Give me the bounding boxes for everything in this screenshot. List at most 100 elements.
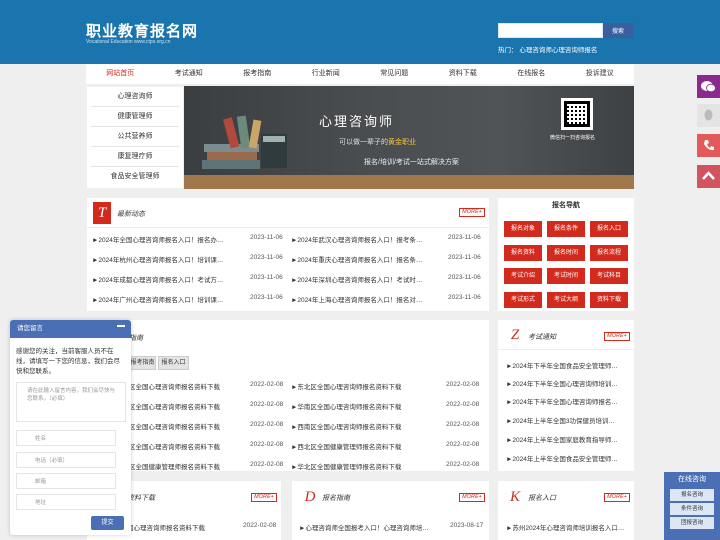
- more-button[interactable]: MORE+: [604, 493, 630, 502]
- reg-button[interactable]: 报名时间: [547, 245, 585, 261]
- search-button[interactable]: 搜索: [603, 23, 633, 38]
- reg-button[interactable]: 报名条件: [547, 221, 585, 237]
- entrance-link[interactable]: ►苏州2024年心理咨询师培训报名入口…: [506, 522, 630, 532]
- consult-item[interactable]: 报名咨询: [670, 489, 714, 501]
- notice-link[interactable]: ►2024年下半年全国心理咨询师报名…: [506, 396, 630, 406]
- news-link[interactable]: ►2024年广州心理咨询师报名入口！培训课…: [92, 294, 237, 304]
- section-letter: K: [509, 489, 520, 505]
- reg-button[interactable]: 考试时间: [547, 268, 585, 284]
- email-field[interactable]: 邮箱: [16, 473, 116, 489]
- nav-complaints[interactable]: 投诉建议: [566, 64, 635, 84]
- news-link[interactable]: ►2024年重庆心理咨询师报名入口！报名条…: [291, 254, 436, 264]
- tab-guide[interactable]: 报考指南: [129, 356, 156, 370]
- reg-button[interactable]: 报名入口: [590, 221, 628, 237]
- reg-button[interactable]: 资料下载: [590, 292, 628, 308]
- search-input[interactable]: [498, 23, 603, 38]
- hot-links: 热门： 心理咨询师心理咨询师报名: [498, 44, 597, 54]
- news-link[interactable]: ►2024年全国心理咨询师报名入口！报名办…: [92, 234, 237, 244]
- minimize-icon[interactable]: [117, 325, 125, 327]
- section-title: 最新动态: [117, 211, 145, 218]
- category-item[interactable]: 公共营养师: [91, 127, 179, 147]
- guide2-link[interactable]: ►心理咨询师全国报考入口！心理咨询师培…: [299, 522, 445, 532]
- news-date: 2023-11-06: [448, 234, 481, 241]
- hot-label: 热门：: [498, 47, 518, 54]
- more-button[interactable]: MORE+: [251, 493, 277, 502]
- notice-link[interactable]: ►2024年下半年全国食品安全管理师…: [506, 360, 630, 370]
- reg-button[interactable]: 考试形式: [504, 292, 542, 308]
- guide-bottom-panel: D 报名指南 MORE+ ►心理咨询师全国报考入口！心理咨询师培… 2023-0…: [292, 481, 489, 540]
- notice-link[interactable]: ►2024年上半年全国3功保健员培训…: [506, 415, 630, 425]
- more-button[interactable]: MORE+: [459, 208, 485, 217]
- news-date: 2023-11-06: [448, 254, 481, 261]
- guide-link[interactable]: ►华北区全国健康管理师报名资料下载: [291, 461, 436, 471]
- guide-link[interactable]: 区全国健康管理师报名资料下载: [129, 461, 249, 471]
- guide-link[interactable]: 区全国心理咨询师报名资料下载: [129, 441, 249, 451]
- nav-home[interactable]: 网站首页: [86, 64, 155, 84]
- guide-link[interactable]: 区全国心理咨询师报名资料下载: [129, 401, 249, 411]
- back-to-top-icon[interactable]: [697, 165, 720, 188]
- message-widget: 请您留言 感谢您的关注，当前客服人员不在线，请填写一下您的信息，我们会尽快和您联…: [10, 320, 131, 535]
- category-item[interactable]: 康复理疗师: [91, 147, 179, 167]
- nav-exam-notice[interactable]: 考试通知: [155, 64, 224, 84]
- news-date: 2023-11-06: [250, 234, 283, 241]
- name-field[interactable]: 姓名: [16, 430, 116, 446]
- news-link[interactable]: ►2024年杭州心理咨询师报名入口！培训课…: [92, 254, 237, 264]
- nav-faq[interactable]: 常见问题: [360, 64, 429, 84]
- guide-date: 2022-02-08: [250, 421, 284, 428]
- hero-banner[interactable]: 心理咨询师 可以做一辈子的黄金职业 报名/培训/考试一站式解决方案 微信扫一扫咨…: [184, 86, 634, 189]
- more-button[interactable]: MORE+: [459, 493, 485, 502]
- wechat-icon[interactable]: [697, 75, 720, 98]
- message-notice: 感谢您的关注，当前客服人员不在线，请填写一下您的信息，我们会尽快和您联系。: [16, 348, 120, 375]
- submit-button[interactable]: 提交: [91, 516, 124, 530]
- reg-button[interactable]: 报名流程: [590, 245, 628, 261]
- guide-link[interactable]: ►东北区全国心理咨询师报名资料下载: [291, 381, 436, 391]
- guide-link[interactable]: 区全国心理咨询师报名资料下载: [129, 421, 249, 431]
- site-logo-title[interactable]: 职业教育报名网: [86, 20, 198, 41]
- guide2-date: 2023-08-17: [450, 522, 484, 529]
- reg-button[interactable]: 报名资料: [504, 245, 542, 261]
- nav-downloads[interactable]: 资料下载: [429, 64, 498, 84]
- nav-online-registration[interactable]: 在线报名: [497, 64, 566, 84]
- news-date: 2023-11-06: [250, 254, 283, 261]
- guide-link[interactable]: ►西南区全国心理咨询师报名资料下载: [291, 421, 436, 431]
- notice-link[interactable]: ►2024年下半年全国心理咨询师培训…: [506, 378, 630, 388]
- qq-icon[interactable]: [697, 104, 720, 127]
- news-date: 2023-11-06: [448, 294, 481, 301]
- reg-button[interactable]: 考试科目: [590, 268, 628, 284]
- tab-entrance[interactable]: 报名入口: [158, 356, 189, 370]
- category-item[interactable]: 心理咨询师: [91, 87, 179, 107]
- more-button[interactable]: MORE+: [604, 332, 630, 341]
- message-textarea[interactable]: 请在此输入留言内容，我们会尽快与您联系。（必填）: [16, 382, 126, 422]
- category-item[interactable]: 食品安全管理师: [91, 167, 179, 187]
- nav-guide[interactable]: 报考指南: [223, 64, 292, 84]
- guide-link[interactable]: 区全国心理咨询师报名资料下载: [129, 381, 249, 391]
- reg-button[interactable]: 报名对象: [504, 221, 542, 237]
- consult-item[interactable]: 条件咨询: [670, 503, 714, 515]
- news-link[interactable]: ►2024年上海心理咨询师报名入口！报名对…: [291, 294, 436, 304]
- category-menu: 心理咨询师 健康管理师 公共营养师 康复理疗师 食品安全管理师: [87, 87, 183, 188]
- guide-link[interactable]: ►华南区全国心理咨询师报名资料下载: [291, 401, 436, 411]
- guide-link[interactable]: ►西北区全国健康管理师报名资料下载: [291, 441, 436, 451]
- news-link[interactable]: ►2024年成都心理咨询师报名入口！考试方…: [92, 274, 237, 284]
- consult-item[interactable]: 团报咨询: [670, 517, 714, 529]
- qr-caption: 微信扫一扫咨询报名: [550, 135, 596, 141]
- notice-link[interactable]: ►2024年上半年全国家庭教育指导师…: [506, 434, 630, 444]
- news-link[interactable]: ►2024年武汉心理咨询师报名入口！报考条…: [291, 234, 436, 244]
- reg-button[interactable]: 考试大纲: [547, 292, 585, 308]
- phone-field[interactable]: 电话（必填）: [16, 452, 116, 468]
- online-consult-widget: 在线咨询 报名咨询 条件咨询 团报咨询: [664, 472, 720, 540]
- nav-industry-news[interactable]: 行业新闻: [292, 64, 361, 84]
- exam-notice-panel: Z 考试通知 MORE+ ►2024年下半年全国食品安全管理师… ►2024年下…: [498, 320, 634, 471]
- download-link[interactable]: 国心理咨询师报名资料下载: [127, 522, 237, 532]
- registration-nav-panel: 报名导航 报名对象 报名条件 报名入口 报名资料 报名时间 报名流程 考试介绍 …: [498, 198, 634, 311]
- category-item[interactable]: 健康管理师: [91, 107, 179, 127]
- reg-button[interactable]: 考试介绍: [504, 268, 542, 284]
- hot-link[interactable]: 心理咨询师心理咨询师报名: [519, 47, 597, 54]
- address-field[interactable]: 地址: [16, 494, 116, 510]
- phone-icon[interactable]: [697, 134, 720, 157]
- guide-date: 2022-02-08: [446, 421, 480, 428]
- guide-date: 2022-02-08: [250, 381, 284, 388]
- online-consult-title[interactable]: 在线咨询: [664, 472, 720, 487]
- news-link[interactable]: ►2024年深圳心理咨询师报名入口！考试时…: [291, 274, 436, 284]
- notice-link[interactable]: ►2024年上半年全国食品安全管理师…: [506, 453, 630, 463]
